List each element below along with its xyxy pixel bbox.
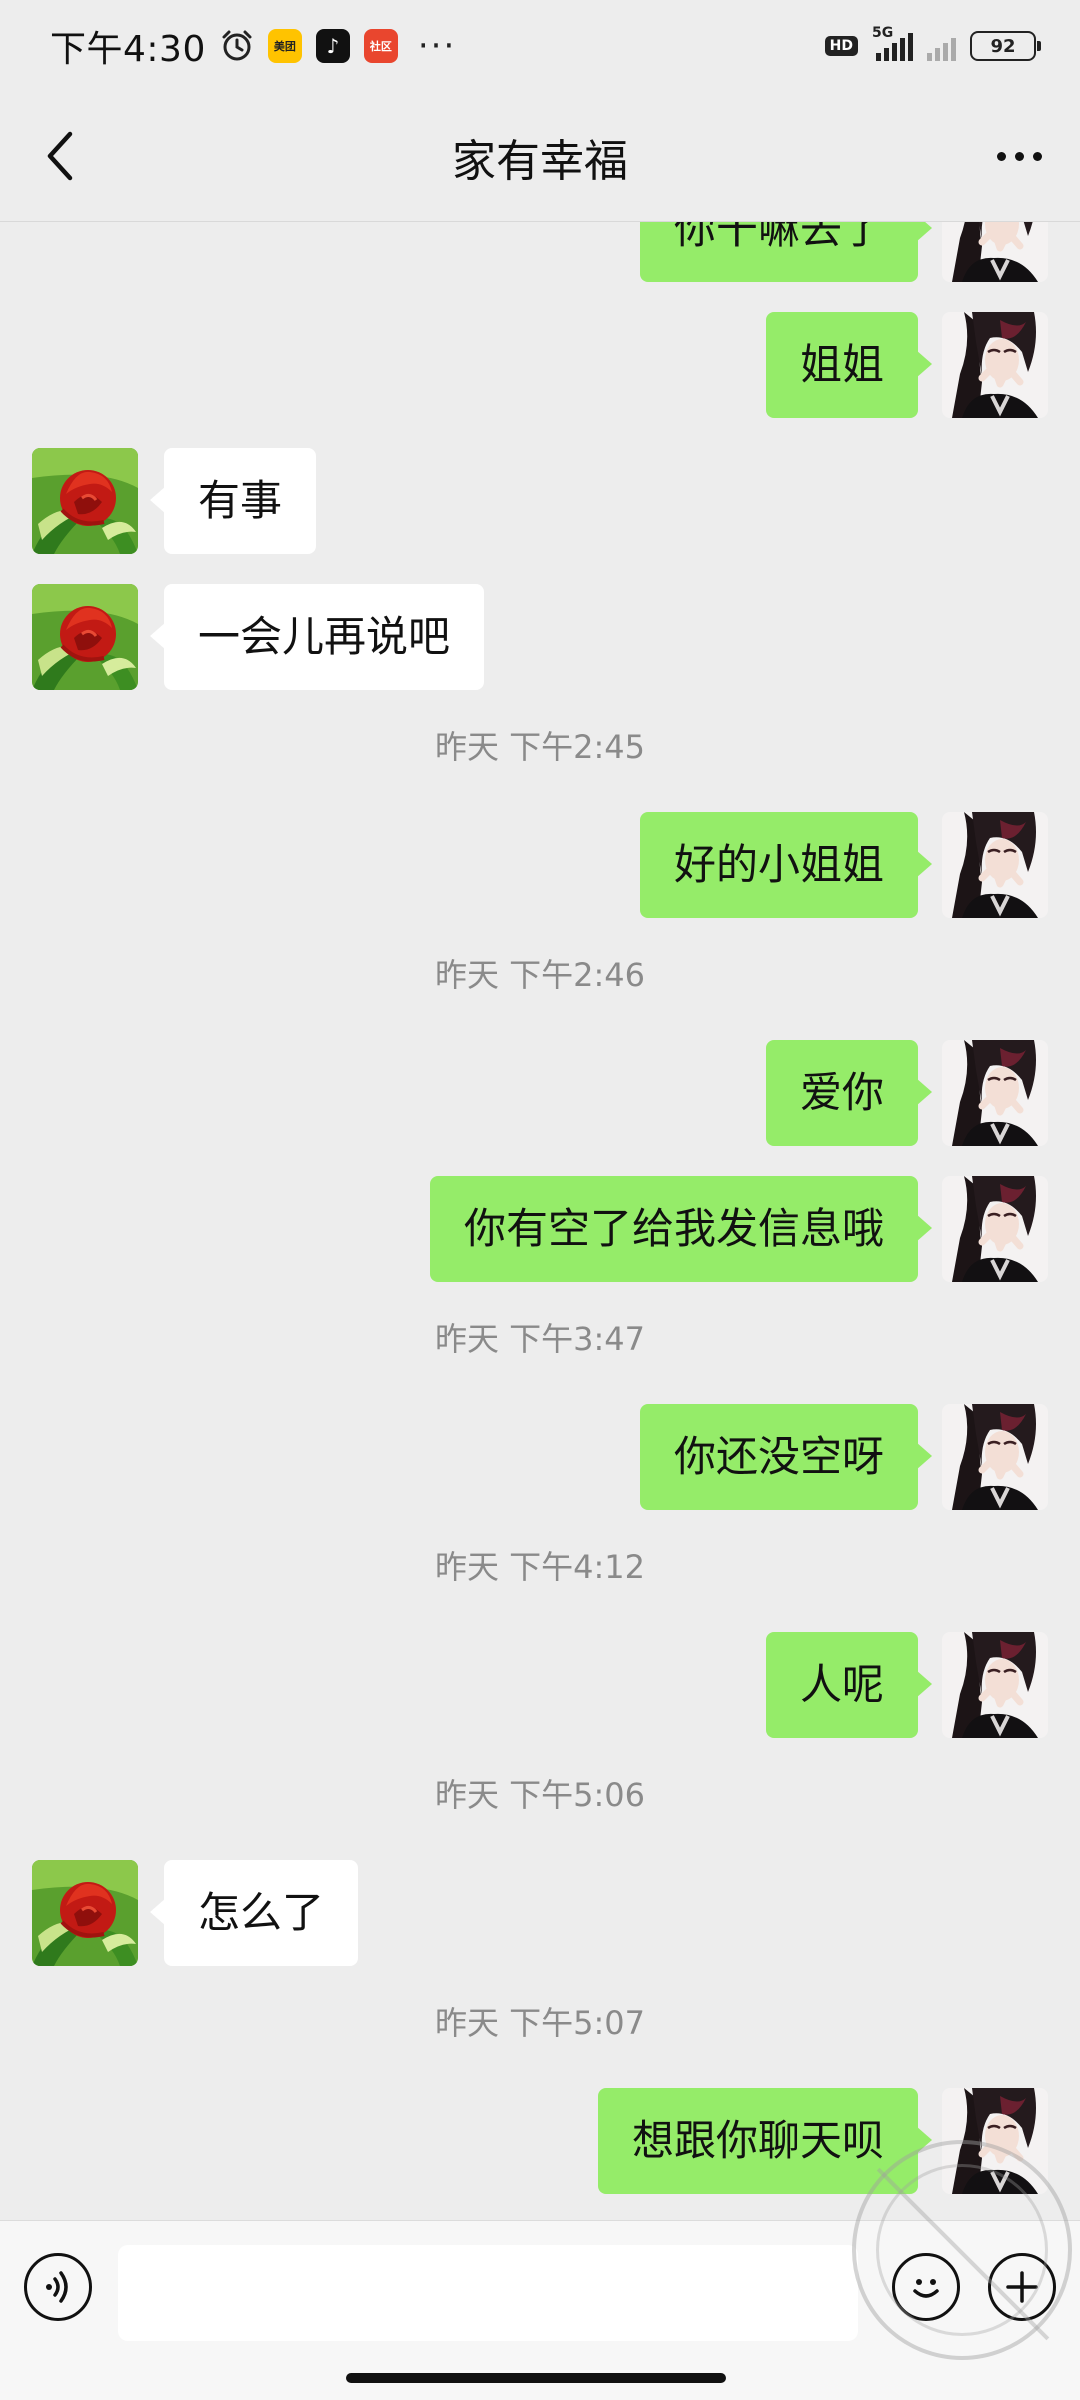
message-row-received: 有事 — [0, 448, 1080, 554]
more-dot-icon — [996, 151, 1006, 161]
my-avatar[interactable] — [942, 1040, 1048, 1146]
message-timestamp: 昨天 下午5:07 — [434, 2004, 646, 2042]
hd-badge: HD — [824, 36, 858, 56]
signal-sim2-icon — [927, 31, 956, 61]
voice-input-button[interactable] — [24, 2253, 92, 2321]
back-button[interactable] — [28, 124, 92, 188]
tiktok-app-icon: ♪ — [315, 29, 350, 63]
message-input[interactable] — [118, 2245, 858, 2341]
alarm-icon — [220, 29, 254, 63]
my-avatar[interactable] — [942, 812, 1048, 918]
contact-avatar[interactable] — [32, 584, 138, 690]
back-arrow-icon — [47, 131, 73, 181]
battery-level: 92 — [990, 35, 1016, 57]
third-app-icon: 社区 — [363, 29, 398, 63]
message-row-received: 怎么了 — [0, 1860, 1080, 1966]
status-bar: 下午4:30 美团 ♪ 社区 ··· HD 5G 92 — [0, 0, 1080, 92]
message-row-sent: 你干嘛去了 — [0, 222, 1080, 282]
message-bubble[interactable]: 一会儿再说吧 — [149, 584, 485, 690]
plus-icon — [1006, 2271, 1038, 2303]
message-bubble[interactable]: 人呢 — [765, 1632, 933, 1738]
message-row-sent: 姐姐 — [0, 312, 1080, 418]
more-options-button[interactable] — [984, 124, 1054, 188]
my-avatar[interactable] — [942, 1176, 1048, 1282]
message-timestamp: 昨天 下午2:46 — [434, 956, 646, 994]
status-right: HD 5G 92 — [824, 25, 1041, 61]
chat-title: 家有幸福 — [452, 135, 628, 187]
message-row-sent: 人呢 — [0, 1632, 1080, 1738]
my-avatar[interactable] — [942, 312, 1048, 418]
signal-5g-icon: 5G — [872, 25, 913, 61]
more-dot-icon — [1014, 151, 1024, 161]
message-row-sent: 爱你 — [0, 1040, 1080, 1146]
network-label: 5G — [872, 25, 894, 41]
battery-icon: 92 — [970, 31, 1041, 61]
status-more-icon: ··· — [417, 26, 457, 66]
status-left: 下午4:30 美团 ♪ 社区 ··· — [50, 20, 456, 72]
message-row-sent: 想跟你聊天呗 — [0, 2088, 1080, 2194]
message-bubble[interactable]: 你还没空呀 — [639, 1404, 933, 1510]
message-bubble[interactable]: 姐姐 — [765, 312, 933, 418]
chat-area[interactable]: 你干嘛去了 姐姐 有事 一会儿再说吧 昨天 下午2:45 好的小姐姐 昨天 下午… — [0, 222, 1080, 2220]
message-bubble[interactable]: 爱你 — [765, 1040, 933, 1146]
message-timestamp: 昨天 下午3:47 — [434, 1320, 646, 1358]
message-bubble[interactable]: 怎么了 — [149, 1860, 359, 1966]
input-bar — [0, 2220, 1080, 2400]
message-row-sent: 你有空了给我发信息哦 — [0, 1176, 1080, 1282]
message-timestamp: 昨天 下午2:45 — [434, 728, 646, 766]
contact-avatar[interactable] — [32, 448, 138, 554]
message-timestamp: 昨天 下午4:12 — [434, 1548, 646, 1586]
meituan-app-icon: 美团 — [267, 29, 302, 63]
status-time: 下午4:30 — [50, 29, 206, 70]
message-timestamp: 昨天 下午5:06 — [434, 1776, 646, 1814]
nav-bar: 家有幸福 — [0, 92, 1080, 222]
message-bubble[interactable]: 想跟你聊天呗 — [597, 2088, 933, 2194]
message-bubble[interactable]: 好的小姐姐 — [639, 812, 933, 918]
message-bubble[interactable]: 有事 — [149, 448, 317, 554]
message-row-sent: 你还没空呀 — [0, 1404, 1080, 1510]
contact-avatar[interactable] — [32, 1860, 138, 1966]
message-bubble[interactable]: 你干嘛去了 — [639, 222, 933, 282]
my-avatar[interactable] — [942, 1632, 1048, 1738]
emoji-button[interactable] — [892, 2253, 960, 2321]
message-row-received: 一会儿再说吧 — [0, 584, 1080, 690]
voice-icon — [46, 2271, 68, 2303]
more-functions-button[interactable] — [988, 2253, 1056, 2321]
smile-icon — [913, 2279, 939, 2298]
my-avatar[interactable] — [942, 2088, 1048, 2194]
message-bubble[interactable]: 你有空了给我发信息哦 — [429, 1176, 933, 1282]
home-indicator[interactable] — [346, 2373, 726, 2383]
more-dot-icon — [1032, 151, 1042, 161]
message-row-sent: 好的小姐姐 — [0, 812, 1080, 918]
my-avatar[interactable] — [942, 222, 1048, 282]
my-avatar[interactable] — [942, 1404, 1048, 1510]
